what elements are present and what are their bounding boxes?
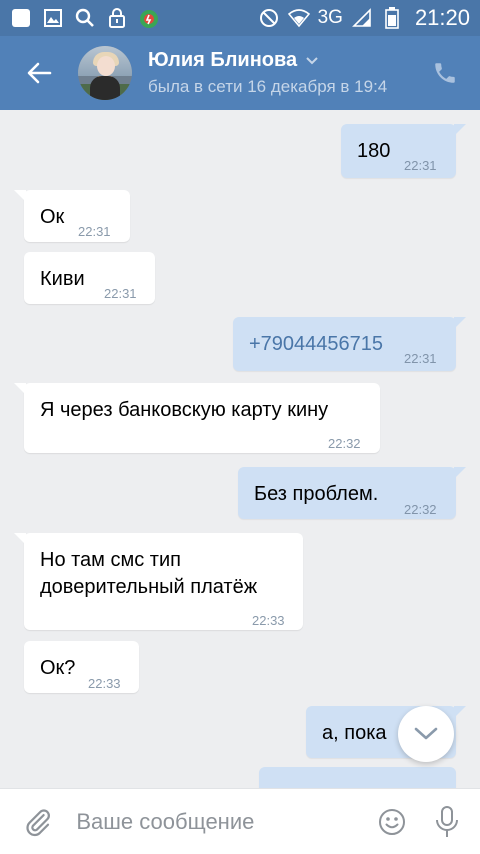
voice-message-button[interactable] — [419, 789, 474, 854]
microphone-icon — [435, 805, 458, 837]
emoji-button[interactable] — [364, 789, 419, 854]
avatar[interactable] — [78, 46, 132, 100]
message-incoming[interactable]: Но там смс тип доверительный платёж 22:3… — [14, 533, 303, 630]
message-outgoing[interactable]: Без проблем. 22:32 — [238, 467, 466, 519]
notification-icons — [10, 7, 160, 29]
message-outgoing-partial[interactable] — [259, 767, 456, 788]
arrow-left-icon — [27, 62, 52, 84]
do-not-disturb-icon — [258, 7, 280, 29]
call-button[interactable] — [430, 58, 460, 88]
message-time: 22:31 — [404, 351, 437, 366]
last-seen-status: была в сети 16 декабря в 19:4 — [148, 77, 388, 96]
message-outgoing[interactable]: +79044456715 22:31 — [233, 317, 466, 371]
message-time: 22:31 — [104, 286, 137, 301]
message-phone-link[interactable]: +79044456715 — [249, 330, 383, 358]
message-time: 22:32 — [404, 502, 437, 517]
system-status: 3G 21:20 — [258, 5, 470, 31]
search-notification-icon — [74, 7, 96, 29]
status-bar: 3G 21:20 — [0, 0, 480, 36]
message-text-line-2: доверительный платёж — [40, 576, 258, 598]
chevron-down-icon — [414, 727, 438, 740]
smiley-icon — [378, 808, 405, 835]
message-composer — [0, 788, 480, 854]
app-notification-icon — [138, 7, 160, 29]
message-text: а, пока — [322, 722, 387, 744]
battery-icon — [381, 7, 403, 29]
message-time: 22:31 — [404, 158, 437, 173]
message-text: Я через банковскую карту кину — [40, 399, 329, 421]
square-notification-icon — [10, 7, 32, 29]
scroll-down-button[interactable] — [398, 706, 454, 762]
phone-icon — [435, 63, 455, 83]
contact-info[interactable]: Юлия Блинова была в сети 16 декабря в 19… — [148, 49, 418, 97]
message-text: Киви — [40, 268, 85, 290]
message-incoming[interactable]: Ок 22:31 — [14, 190, 130, 242]
back-button[interactable] — [0, 36, 78, 110]
clock: 21:20 — [414, 5, 470, 30]
message-text-line-1: Но там смс тип — [40, 549, 181, 571]
message-time: 22:31 — [78, 224, 111, 239]
message-time: 22:33 — [88, 676, 121, 691]
message-text: Ок — [40, 206, 65, 228]
message-text: Ок? — [40, 657, 76, 679]
attach-button[interactable] — [0, 789, 76, 854]
message-list[interactable]: 180 22:31 Ок 22:31 Киви 22:31 +790444567… — [0, 110, 480, 788]
message-incoming[interactable]: Ок? 22:33 — [24, 641, 139, 693]
image-notification-icon — [42, 7, 64, 29]
network-type-label: 3G — [317, 7, 343, 28]
message-text: Без проблем. — [254, 483, 379, 505]
message-time: 22:33 — [252, 613, 285, 628]
chevron-down-icon — [306, 56, 318, 64]
message-outgoing[interactable]: 180 22:31 — [341, 124, 466, 178]
message-input[interactable] — [76, 808, 365, 835]
message-incoming[interactable]: Киви 22:31 — [24, 252, 155, 304]
signal-icon — [351, 7, 373, 29]
contact-name: Юлия Блинова — [148, 49, 298, 71]
wifi-icon — [287, 7, 310, 29]
conversation-header: Юлия Блинова была в сети 16 декабря в 19… — [0, 36, 480, 110]
paperclip-icon — [26, 808, 51, 836]
message-text: 180 — [357, 140, 391, 162]
lock-notification-icon — [106, 7, 128, 29]
message-time: 22:32 — [328, 436, 361, 451]
message-incoming[interactable]: Я через банковскую карту кину 22:32 — [14, 383, 380, 453]
